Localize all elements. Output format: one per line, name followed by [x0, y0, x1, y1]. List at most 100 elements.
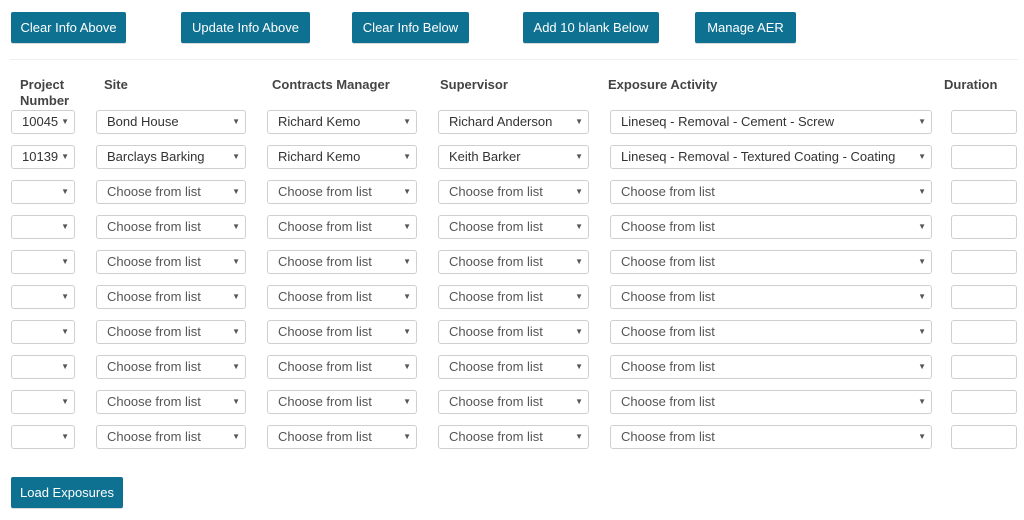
exposure-activity-select[interactable]: Choose from list ▼ — [610, 250, 932, 274]
exposure-activity-select-value: Choose from list — [621, 324, 715, 339]
contracts-manager-select[interactable]: Choose from list ▼ — [267, 320, 417, 344]
update-info-above-button[interactable]: Update Info Above — [181, 12, 310, 43]
header-site: Site — [104, 77, 128, 92]
chevron-down-icon: ▼ — [575, 432, 583, 441]
site-select[interactable]: Choose from list ▼ — [96, 250, 246, 274]
supervisor-select-value: Choose from list — [449, 254, 543, 269]
project-number-select[interactable]: ▼ — [11, 215, 75, 239]
site-select[interactable]: Bond House ▼ — [96, 110, 246, 134]
exposure-activity-select[interactable]: Choose from list ▼ — [610, 180, 932, 204]
chevron-down-icon: ▼ — [403, 187, 411, 196]
project-number-select[interactable]: ▼ — [11, 285, 75, 309]
chevron-down-icon: ▼ — [918, 327, 926, 336]
exposure-activity-select[interactable]: Lineseq - Removal - Cement - Screw ▼ — [610, 110, 932, 134]
project-number-select[interactable]: ▼ — [11, 390, 75, 414]
project-number-select-value: 10045 — [22, 114, 59, 129]
exposure-activity-select[interactable]: Choose from list ▼ — [610, 285, 932, 309]
contracts-manager-select[interactable]: Richard Kemo ▼ — [267, 110, 417, 134]
exposure-activity-select-value: Lineseq - Removal - Cement - Screw — [621, 114, 835, 129]
project-number-select[interactable]: 10045 ▼ — [11, 110, 75, 134]
project-number-select[interactable]: ▼ — [11, 320, 75, 344]
header-contracts-manager: Contracts Manager — [272, 77, 390, 92]
contracts-manager-select-value: Richard Kemo — [278, 149, 361, 164]
chevron-down-icon: ▼ — [61, 117, 69, 126]
duration-input[interactable] — [951, 285, 1017, 309]
site-select-value: Choose from list — [107, 429, 201, 444]
duration-input[interactable] — [951, 250, 1017, 274]
chevron-down-icon: ▼ — [918, 362, 926, 371]
contracts-manager-select[interactable]: Richard Kemo ▼ — [267, 145, 417, 169]
duration-input[interactable] — [951, 390, 1017, 414]
site-select[interactable]: Choose from list ▼ — [96, 390, 246, 414]
supervisor-select[interactable]: Choose from list ▼ — [438, 390, 589, 414]
duration-input[interactable] — [951, 320, 1017, 344]
contracts-manager-select[interactable]: Choose from list ▼ — [267, 355, 417, 379]
contracts-manager-select-value: Choose from list — [278, 359, 372, 374]
exposure-activity-select[interactable]: Choose from list ▼ — [610, 425, 932, 449]
chevron-down-icon: ▼ — [575, 117, 583, 126]
supervisor-select[interactable]: Choose from list ▼ — [438, 285, 589, 309]
exposure-activity-select-value: Choose from list — [621, 184, 715, 199]
supervisor-select[interactable]: Choose from list ▼ — [438, 250, 589, 274]
chevron-down-icon: ▼ — [403, 222, 411, 231]
duration-input[interactable] — [951, 145, 1017, 169]
site-select[interactable]: Choose from list ▼ — [96, 425, 246, 449]
project-number-select[interactable]: ▼ — [11, 180, 75, 204]
contracts-manager-select[interactable]: Choose from list ▼ — [267, 285, 417, 309]
chevron-down-icon: ▼ — [403, 362, 411, 371]
chevron-down-icon: ▼ — [918, 117, 926, 126]
duration-input[interactable] — [951, 425, 1017, 449]
project-number-select[interactable]: ▼ — [11, 355, 75, 379]
duration-input[interactable] — [951, 180, 1017, 204]
exposure-activity-select[interactable]: Choose from list ▼ — [610, 390, 932, 414]
exposure-activity-select-value: Choose from list — [621, 289, 715, 304]
exposure-activity-select[interactable]: Choose from list ▼ — [610, 215, 932, 239]
exposure-activity-select[interactable]: Choose from list ▼ — [610, 355, 932, 379]
site-select-value: Barclays Barking — [107, 149, 205, 164]
supervisor-select[interactable]: Keith Barker ▼ — [438, 145, 589, 169]
supervisor-select-value: Choose from list — [449, 219, 543, 234]
exposure-activity-select[interactable]: Choose from list ▼ — [610, 320, 932, 344]
supervisor-select[interactable]: Choose from list ▼ — [438, 355, 589, 379]
supervisor-select[interactable]: Choose from list ▼ — [438, 180, 589, 204]
exposure-activity-select-value: Choose from list — [621, 394, 715, 409]
chevron-down-icon: ▼ — [575, 222, 583, 231]
supervisor-select[interactable]: Choose from list ▼ — [438, 215, 589, 239]
add-blank-rows-button[interactable]: Add 10 blank Below — [523, 12, 659, 43]
site-select[interactable]: Choose from list ▼ — [96, 355, 246, 379]
chevron-down-icon: ▼ — [918, 397, 926, 406]
project-number-select[interactable]: ▼ — [11, 250, 75, 274]
chevron-down-icon: ▼ — [61, 327, 69, 336]
supervisor-select[interactable]: Richard Anderson ▼ — [438, 110, 589, 134]
site-select[interactable]: Choose from list ▼ — [96, 180, 246, 204]
chevron-down-icon: ▼ — [232, 327, 240, 336]
chevron-down-icon: ▼ — [232, 222, 240, 231]
contracts-manager-select[interactable]: Choose from list ▼ — [267, 215, 417, 239]
manage-aer-button[interactable]: Manage AER — [695, 12, 796, 43]
clear-info-above-button[interactable]: Clear Info Above — [11, 12, 126, 43]
project-number-select[interactable]: ▼ — [11, 425, 75, 449]
chevron-down-icon: ▼ — [575, 292, 583, 301]
project-number-select[interactable]: 10139 ▼ — [11, 145, 75, 169]
chevron-down-icon: ▼ — [575, 257, 583, 266]
site-select-value: Choose from list — [107, 324, 201, 339]
clear-info-below-button[interactable]: Clear Info Below — [352, 12, 469, 43]
site-select[interactable]: Choose from list ▼ — [96, 320, 246, 344]
contracts-manager-select[interactable]: Choose from list ▼ — [267, 180, 417, 204]
site-select[interactable]: Choose from list ▼ — [96, 285, 246, 309]
supervisor-select-value: Richard Anderson — [449, 114, 553, 129]
exposure-activity-select[interactable]: Lineseq - Removal - Textured Coating - C… — [610, 145, 932, 169]
site-select[interactable]: Choose from list ▼ — [96, 215, 246, 239]
supervisor-select[interactable]: Choose from list ▼ — [438, 320, 589, 344]
supervisor-select[interactable]: Choose from list ▼ — [438, 425, 589, 449]
contracts-manager-select-value: Choose from list — [278, 394, 372, 409]
duration-input[interactable] — [951, 110, 1017, 134]
load-exposures-button[interactable]: Load Exposures — [11, 477, 123, 508]
contracts-manager-select[interactable]: Choose from list ▼ — [267, 425, 417, 449]
duration-input[interactable] — [951, 355, 1017, 379]
contracts-manager-select[interactable]: Choose from list ▼ — [267, 390, 417, 414]
duration-input[interactable] — [951, 215, 1017, 239]
site-select[interactable]: Barclays Barking ▼ — [96, 145, 246, 169]
contracts-manager-select[interactable]: Choose from list ▼ — [267, 250, 417, 274]
chevron-down-icon: ▼ — [61, 187, 69, 196]
